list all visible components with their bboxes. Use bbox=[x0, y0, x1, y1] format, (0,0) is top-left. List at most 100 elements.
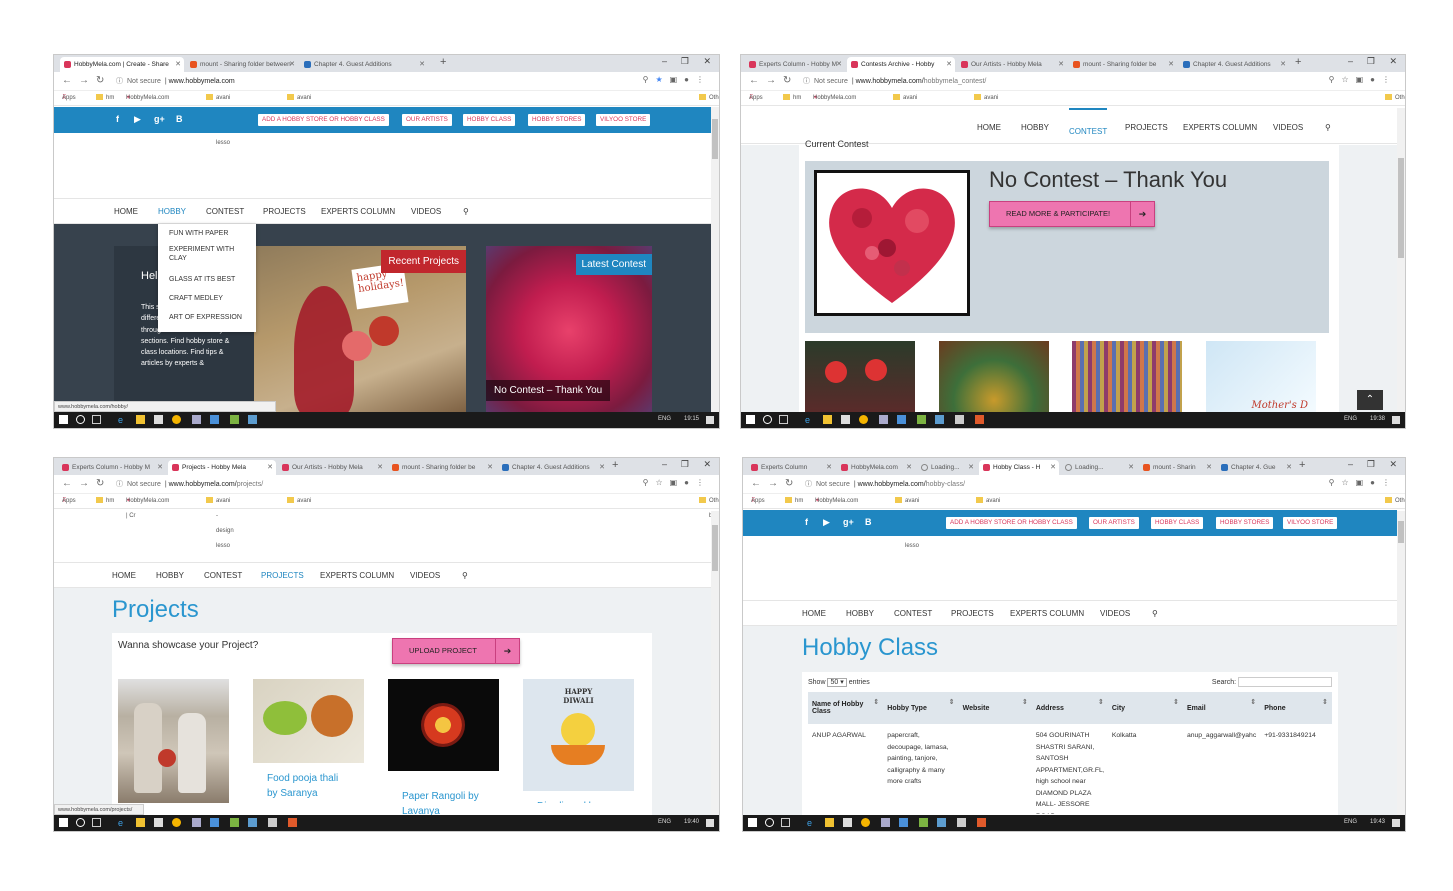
close-icon[interactable]: ✕ bbox=[1058, 57, 1064, 72]
file-explorer-icon[interactable] bbox=[823, 415, 832, 424]
chrome-icon[interactable] bbox=[172, 818, 181, 827]
nav-home[interactable]: HOME bbox=[802, 609, 826, 618]
nav-home[interactable]: HOME bbox=[977, 123, 1001, 132]
app-icon[interactable] bbox=[899, 818, 908, 827]
menu-item-glass-at-its-best[interactable]: GLASS AT ITS BEST bbox=[158, 273, 256, 292]
omnibox[interactable]: ⓘ Not secure | www.hobbymela.com/projects/ bbox=[116, 478, 263, 491]
browser-tab[interactable]: mount - Sharin ✕ bbox=[1139, 460, 1215, 475]
close-icon[interactable]: ✕ bbox=[599, 460, 605, 475]
close-icon[interactable]: ✕ bbox=[289, 57, 295, 72]
windows-start-icon[interactable] bbox=[746, 415, 755, 424]
bookmark-avani[interactable]: avani bbox=[974, 91, 998, 106]
scroll-thumb[interactable] bbox=[1398, 158, 1404, 258]
close-icon[interactable]: ✕ bbox=[968, 460, 974, 475]
search-icon[interactable]: ⚲ bbox=[1152, 609, 1158, 618]
edge-icon[interactable]: e bbox=[807, 818, 816, 828]
restore-icon[interactable]: ❐ bbox=[681, 56, 689, 67]
back-icon[interactable]: ← bbox=[62, 478, 72, 489]
close-icon[interactable]: ✕ bbox=[1206, 460, 1212, 475]
back-icon[interactable]: ← bbox=[749, 75, 759, 86]
nav-projects[interactable]: PROJECTS bbox=[1125, 123, 1168, 132]
column-header[interactable]: City ⇕ bbox=[1107, 692, 1183, 724]
close-icon[interactable]: ✕ bbox=[1286, 460, 1292, 475]
chrome-icon[interactable] bbox=[859, 415, 868, 424]
bookmark-hm[interactable]: hm bbox=[96, 494, 114, 509]
scrollbar[interactable] bbox=[711, 107, 719, 414]
entries-select[interactable]: 50 ▾ bbox=[827, 678, 847, 687]
project-card[interactable] bbox=[118, 679, 229, 819]
scroll-thumb[interactable] bbox=[1398, 521, 1404, 543]
app-icon[interactable] bbox=[210, 415, 219, 424]
file-explorer-icon[interactable] bbox=[825, 818, 834, 827]
app-icon[interactable] bbox=[917, 415, 926, 424]
reload-icon[interactable]: ↻ bbox=[96, 75, 104, 86]
browser-tab[interactable]: Loading... ✕ bbox=[1061, 460, 1137, 475]
browser-tab[interactable]: Chapter 4. Gue ✕ bbox=[1217, 460, 1295, 475]
close-icon[interactable]: ✕ bbox=[157, 460, 163, 475]
browser-tab[interactable]: mount - Sharing folder be ✕ bbox=[388, 460, 496, 475]
notification-icon[interactable] bbox=[706, 819, 714, 827]
omnibox[interactable]: ⓘ Not secure | www.hobbymela.com/hobbymela… bbox=[803, 75, 986, 88]
column-header[interactable]: Phone ⇕ bbox=[1260, 692, 1332, 724]
language-indicator[interactable]: ENG bbox=[658, 819, 671, 825]
our-artists-button[interactable]: OUR ARTISTS bbox=[402, 114, 452, 126]
close-icon[interactable]: ✕ bbox=[906, 460, 912, 475]
gallery-thumb-santa[interactable] bbox=[805, 341, 915, 415]
gallery-thumb-threads[interactable] bbox=[1072, 341, 1182, 415]
bookmark-other[interactable]: Other bookmarks bbox=[699, 91, 719, 116]
app-icon[interactable] bbox=[248, 415, 257, 424]
new-tab-icon[interactable]: + bbox=[612, 459, 618, 471]
toolbar-icons[interactable]: ⚲★▣●⋮ bbox=[643, 75, 711, 84]
reload-icon[interactable]: ↻ bbox=[785, 478, 793, 489]
project-title[interactable]: Food pooja thali by Saranya bbox=[253, 763, 364, 801]
nav-hobby[interactable]: HOBBY bbox=[158, 207, 186, 216]
minimize-icon[interactable]: – bbox=[662, 56, 667, 66]
notification-icon[interactable] bbox=[1392, 819, 1400, 827]
browser-tab[interactable]: Projects - Hobby Mela ✕ bbox=[168, 460, 276, 475]
hobby-stores-button[interactable]: HOBBY STORES bbox=[528, 114, 586, 126]
close-icon[interactable]: ✕ bbox=[1050, 460, 1056, 475]
gallery-thumb-mothers-day[interactable]: Mother's D bbox=[1206, 341, 1316, 415]
browser-tab[interactable]: Our Artists - Hobby Mela ✕ bbox=[957, 57, 1067, 72]
nav-hobby[interactable]: HOBBY bbox=[156, 571, 184, 580]
bookmark-other[interactable]: Other bookmarks bbox=[1385, 91, 1405, 116]
minimize-icon[interactable]: – bbox=[1348, 459, 1353, 469]
store-icon[interactable] bbox=[843, 818, 852, 827]
app-icon[interactable] bbox=[288, 818, 297, 827]
menu-item-experiment-with-clay[interactable]: EXPERIMENT WITH CLAY bbox=[158, 243, 256, 273]
nav-projects[interactable]: PROJECTS bbox=[263, 207, 306, 216]
edge-icon[interactable]: e bbox=[805, 415, 814, 425]
column-header[interactable]: Address ⇕ bbox=[1031, 692, 1108, 724]
app-icon[interactable] bbox=[192, 818, 201, 827]
youtube-icon[interactable]: ▶ bbox=[823, 517, 830, 528]
task-view-icon[interactable] bbox=[92, 818, 101, 827]
restore-icon[interactable]: ❐ bbox=[1367, 56, 1375, 67]
browser-tab[interactable]: Experts Column - Hobby M ✕ bbox=[745, 57, 845, 72]
cortana-icon[interactable] bbox=[76, 818, 85, 827]
vilyoo-store-button[interactable]: VILYOO STORE bbox=[596, 114, 651, 126]
app-icon[interactable] bbox=[977, 818, 986, 827]
notification-icon[interactable] bbox=[1392, 416, 1400, 424]
close-icon[interactable]: ✕ bbox=[1168, 57, 1174, 72]
scrollbar[interactable] bbox=[1397, 511, 1405, 817]
nav-projects[interactable]: PROJECTS bbox=[261, 571, 304, 580]
close-icon[interactable]: ✕ bbox=[419, 57, 425, 72]
cell-website[interactable] bbox=[959, 724, 1032, 820]
bookmark-other[interactable]: Other bookmarks bbox=[699, 494, 719, 519]
close-icon[interactable]: ✕ bbox=[1280, 57, 1286, 72]
facebook-icon[interactable]: f bbox=[116, 114, 119, 124]
edge-icon[interactable]: e bbox=[118, 818, 127, 828]
app-icon[interactable] bbox=[975, 415, 984, 424]
app-icon[interactable] bbox=[937, 818, 946, 827]
bookmark-star-icon[interactable]: ★ bbox=[655, 75, 669, 84]
windows-start-icon[interactable] bbox=[59, 818, 68, 827]
column-header[interactable]: Hobby Type ⇕ bbox=[883, 692, 959, 724]
reload-icon[interactable]: ↻ bbox=[96, 478, 104, 489]
window-close-icon[interactable]: ✕ bbox=[703, 56, 711, 67]
search-icon[interactable]: ⚲ bbox=[1325, 123, 1331, 132]
app-icon[interactable] bbox=[897, 415, 906, 424]
browser-tab[interactable]: Our Artists - Hobby Mela ✕ bbox=[278, 460, 386, 475]
app-icon[interactable] bbox=[230, 818, 239, 827]
file-explorer-icon[interactable] bbox=[136, 818, 145, 827]
bookmark-design[interactable]: avani - design lesso bbox=[895, 494, 923, 549]
